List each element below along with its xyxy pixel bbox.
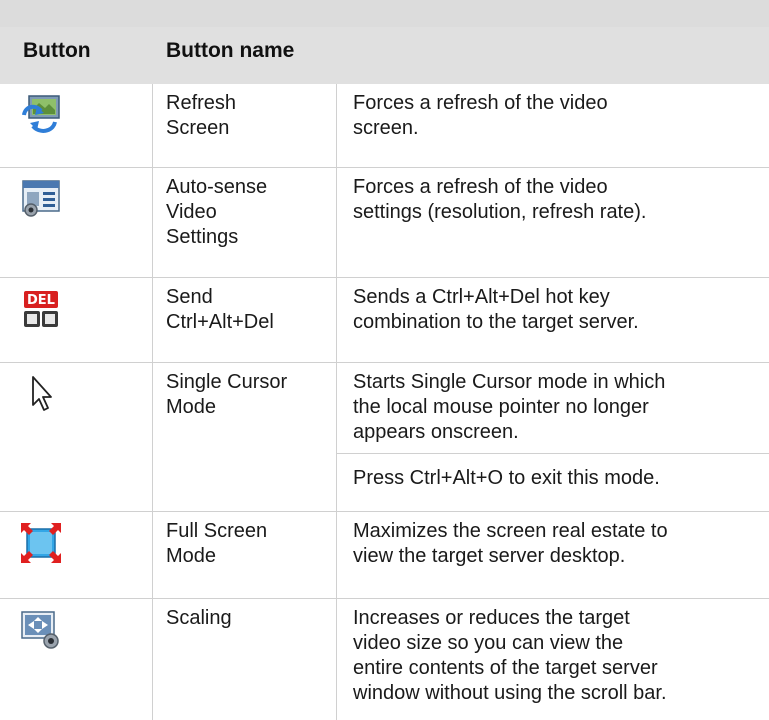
- button-description: Increases or reduces the target video si…: [353, 607, 667, 704]
- table-header: Button Button name: [0, 27, 769, 84]
- table-row-auto-sense: Auto-sense Video Settings Forces a refre…: [0, 168, 769, 278]
- cursor-arrow-icon: [32, 376, 52, 411]
- button-name-label: Full Screen Mode: [166, 520, 268, 567]
- scaling-icon: [21, 611, 59, 649]
- button-description: Forces a refresh of the video settings (…: [353, 176, 647, 223]
- header-button-name: Button name: [166, 39, 295, 62]
- button-note: Press Ctrl+Alt+O to exit this mode.: [353, 467, 660, 489]
- table-body: Refresh Screen Forces a refresh of the v…: [0, 84, 769, 720]
- table-row-full-screen: Full Screen Mode Maximizes the screen re…: [0, 512, 769, 599]
- row-divider: [337, 453, 769, 454]
- table-row-scaling: Scaling Increases or reduces the target …: [0, 599, 769, 720]
- table-row-refresh-screen: Refresh Screen Forces a refresh of the v…: [0, 84, 769, 168]
- button-name-label: Send Ctrl+Alt+Del: [166, 286, 274, 333]
- top-band: [0, 0, 769, 27]
- svg-text:DEL: DEL: [27, 293, 55, 308]
- table-row-ctrl-alt-del: DEL Send Ctrl+Alt+Del Sends a Ctrl+Alt+D…: [0, 278, 769, 363]
- button-name-label: Scaling: [166, 607, 232, 629]
- button-name-label: Refresh Screen: [166, 92, 237, 139]
- ctrl-alt-del-icon: DEL: [24, 291, 58, 327]
- auto-sense-video-icon: [22, 180, 60, 217]
- button-description: Maximizes the screen real estate to view…: [353, 520, 668, 567]
- header-button: Button: [23, 39, 91, 62]
- full-screen-icon: [21, 523, 61, 563]
- refresh-screen-icon: [22, 95, 60, 133]
- button-description: Starts Single Cursor mode in which the l…: [353, 371, 666, 443]
- button-description: Forces a refresh of the video screen.: [353, 92, 608, 139]
- button-name-label: Single Cursor Mode: [166, 371, 288, 418]
- button-description: Sends a Ctrl+Alt+Del hot key combination…: [353, 286, 639, 333]
- table-row-single-cursor: Single Cursor Mode Starts Single Cursor …: [0, 363, 769, 512]
- button-name-label: Auto-sense Video Settings: [166, 176, 268, 248]
